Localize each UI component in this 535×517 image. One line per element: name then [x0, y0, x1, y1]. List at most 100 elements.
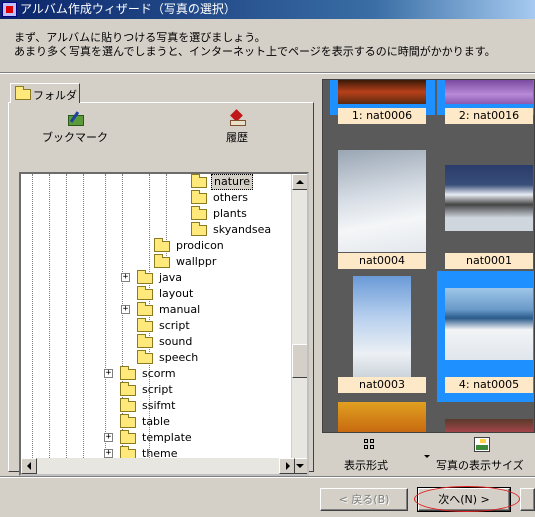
bookmark-button[interactable]: ブックマーク: [35, 111, 115, 144]
tree-vertical-scrollbar[interactable]: [291, 174, 307, 474]
photo-panel: 1: nat0006 2: nat0016 nat0004 nat0001 nat000…: [322, 79, 535, 472]
tree-item-label: nature: [211, 174, 254, 190]
autumn-forest-photo: [338, 80, 426, 104]
scroll-down-icon: [296, 464, 304, 468]
tab-folder[interactable]: フォルダ: [10, 83, 80, 103]
instructions: まず、アルバムに貼りつける写真を選びましょう。 あまり多く写真を選んでしまうと、…: [14, 31, 496, 59]
snow-mountains-photo: [445, 165, 533, 231]
photo-thumbnail[interactable]: nat0003: [330, 271, 435, 402]
lake-winter-photo: [445, 288, 533, 360]
bookmark-icon: [68, 111, 84, 126]
history-button[interactable]: 履歴: [197, 111, 277, 144]
frosted-tree-photo: [353, 276, 411, 380]
tree-item-label: ssifmt: [142, 399, 176, 412]
app-icon: [2, 2, 17, 17]
history-icon: [230, 111, 246, 126]
folder-icon: [191, 174, 207, 188]
scroll-up-icon: [296, 180, 304, 184]
footer-divider: [0, 476, 535, 478]
photo-toolbar: 表示形式 写真の表示サイズ: [322, 435, 535, 472]
folder-icon: [137, 286, 153, 300]
tree-guide-line: [66, 174, 67, 474]
scroll-right-icon: [286, 462, 290, 470]
photo-size-button[interactable]: 写真の表示サイズ: [432, 435, 535, 472]
photo-caption: 2: nat0016: [445, 108, 533, 124]
folder-panel: フォルダ ブックマーク 履歴 nature others plants skyands…: [4, 79, 318, 476]
tree-item-label: layout: [159, 287, 194, 300]
tree-item-label: script: [159, 319, 190, 332]
view-format-button[interactable]: 表示形式: [322, 435, 432, 472]
folder-icon: [137, 318, 153, 332]
scroll-left-icon: [27, 462, 31, 470]
bookmark-label: ブックマーク: [42, 131, 108, 144]
tree-item-label: skyandsea: [213, 223, 272, 236]
photo-thumbnail[interactable]: nat0004: [330, 145, 435, 276]
photo-caption: nat0004: [338, 253, 426, 269]
instruction-line-2: あまり多く写真を選んでしまうと、インターネット上でページを表示するのに時間がかか…: [14, 45, 496, 58]
folder-icon: [120, 398, 136, 412]
scroll-right-button[interactable]: [279, 458, 295, 474]
header-divider: [0, 72, 535, 74]
folder-icon: [154, 254, 170, 268]
folder-tab-page: ブックマーク 履歴 nature others plants skyandsea pro…: [8, 102, 314, 476]
folder-icon: [191, 190, 207, 204]
scroll-up-button[interactable]: [292, 174, 307, 190]
photo-thumbnail[interactable]: [330, 397, 435, 432]
folder-icon: [137, 270, 153, 284]
tree-guide-line: [49, 174, 50, 474]
expand-toggle[interactable]: +: [104, 433, 113, 442]
expand-toggle[interactable]: +: [121, 305, 130, 314]
tree-item-label: script: [142, 383, 173, 396]
folder-icon: [15, 86, 31, 100]
tree-item-label: prodicon: [176, 239, 224, 252]
view-format-label: 表示形式: [344, 459, 388, 472]
instruction-line-1: まず、アルバムに貼りつける写真を選びましょう。: [14, 31, 266, 44]
photo-thumbnail[interactable]: 1: nat0006: [330, 80, 435, 124]
next-button[interactable]: 次へ(N) >: [417, 487, 511, 512]
tree-item-label: wallppr: [176, 255, 217, 268]
photo-thumbnail[interactable]: 2: nat0016: [437, 80, 534, 124]
dropdown-arrow-icon: [424, 455, 430, 458]
view-format-icon: [364, 439, 376, 451]
folder-icon: [120, 366, 136, 380]
tree-item-label: sound: [159, 335, 193, 348]
expand-toggle[interactable]: +: [104, 449, 113, 458]
cancel-button-partial[interactable]: [520, 488, 535, 511]
folder-tree[interactable]: nature others plants skyandsea prodicon wallp…: [19, 172, 309, 476]
tree-item-label: speech: [159, 351, 199, 364]
window-title: アルバム作成ウィザード（写真の選択）: [20, 2, 236, 16]
folder-icon: [191, 206, 207, 220]
tree-guide-line: [122, 174, 123, 474]
tree-item-label: others: [213, 191, 249, 204]
back-button[interactable]: < 戻る(B): [320, 488, 408, 511]
folder-icon: [137, 334, 153, 348]
snowy-tree-slope-photo: [338, 150, 426, 252]
photo-caption: 4: nat0005: [445, 377, 533, 393]
tree-item-label: plants: [213, 207, 247, 220]
folder-tree-rows: nature others plants skyandsea prodicon wallp…: [21, 174, 295, 474]
folder-icon: [191, 222, 207, 236]
folder-icon: [120, 430, 136, 444]
tree-guide-line: [105, 174, 106, 474]
thumbnail-grid[interactable]: 1: nat0006 2: nat0016 nat0004 nat0001 nat000…: [322, 79, 535, 433]
tree-item-label: java: [159, 271, 183, 284]
tree-horizontal-scrollbar[interactable]: [21, 458, 295, 474]
vertical-scroll-thumb[interactable]: [292, 344, 307, 378]
folder-icon: [154, 238, 170, 252]
title-bar: アルバム作成ウィザード（写真の選択）: [0, 0, 535, 19]
expand-toggle[interactable]: +: [104, 369, 113, 378]
scroll-left-button[interactable]: [21, 458, 37, 474]
photo-size-label: 写真の表示サイズ: [436, 459, 524, 472]
folder-icon: [137, 302, 153, 316]
tree-item-label: template: [142, 431, 192, 444]
photo-thumbnail[interactable]: nat0001: [437, 145, 534, 276]
photo-thumbnail[interactable]: 4: nat0005: [437, 271, 534, 402]
photo-thumbnail[interactable]: [437, 397, 534, 432]
tree-item-label: manual: [159, 303, 201, 316]
tree-guide-line: [83, 174, 84, 474]
photo-caption: nat0003: [338, 377, 426, 393]
photo-caption: 1: nat0006: [338, 108, 426, 124]
photo-caption: nat0001: [445, 253, 533, 269]
photo-size-icon: [474, 437, 490, 452]
expand-toggle[interactable]: +: [121, 273, 130, 282]
